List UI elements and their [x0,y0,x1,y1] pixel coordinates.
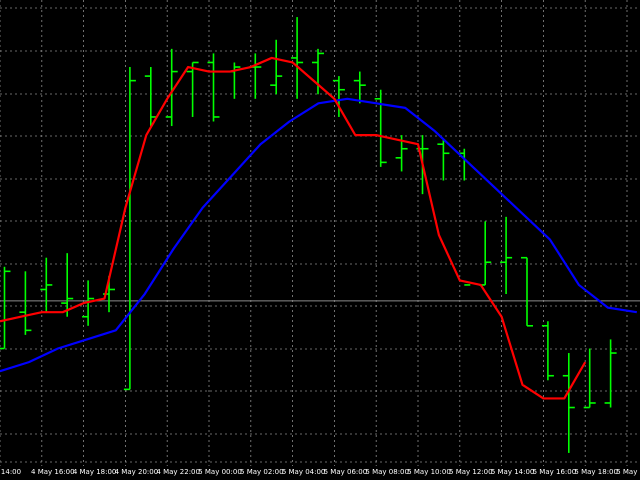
ohlc-bar [144,67,157,127]
x-tick-label: 14:00 [1,468,21,476]
chart-window[interactable]: 14:00 4 May 16:00 4 May 18:00 4 May 20:00 4 … [0,0,640,480]
x-tick-label: 5 May 00:00 [198,468,242,476]
ohlc-bar [228,62,241,99]
ohlc-bar [270,39,283,95]
ohlc-bar [479,221,492,286]
x-tick-label: 5 May 20:00 [616,468,640,476]
time-axis: 14:00 4 May 16:004 May 18:004 May 20:004 … [1,468,640,476]
x-tick-label: 5 May 02:00 [240,468,284,476]
ohlc-bar [437,139,450,181]
x-tick-label: 5 May 04:00 [282,468,326,476]
x-tick-label: 4 May 18:00 [73,468,117,476]
x-tick-label: 4 May 22:00 [156,468,200,476]
ohlc-bar [19,271,32,335]
ohlc-bar [353,71,366,104]
ohlc-bar [0,266,11,350]
x-tick-label: 5 May 16:00 [533,468,577,476]
x-tick-label: 5 May 10:00 [407,468,451,476]
x-tick-label: 5 May 18:00 [574,468,618,476]
ohlc-bar [583,348,596,409]
ohlc-bar [186,61,199,117]
x-tick-label: 4 May 20:00 [115,468,159,476]
x-tick-label: 5 May 06:00 [324,468,368,476]
ohlc-bar [521,256,533,327]
moving-averages-layer [0,56,637,400]
x-tick-label: 5 May 14:00 [491,468,535,476]
ohlc-bar [562,353,575,453]
x-tick-label: 5 May 12:00 [449,468,493,476]
ohlc-bar [61,253,74,317]
x-tick-label: 4 May 16:00 [31,468,75,476]
price-chart[interactable]: 14:00 4 May 16:004 May 18:004 May 20:004 … [0,0,640,480]
ohlc-bar [604,339,617,408]
x-tick-label: 5 May 08:00 [365,468,409,476]
ohlc-bars-layer [0,17,617,453]
slow-moving-average-line [0,97,637,373]
fast-moving-average-line [0,56,587,400]
